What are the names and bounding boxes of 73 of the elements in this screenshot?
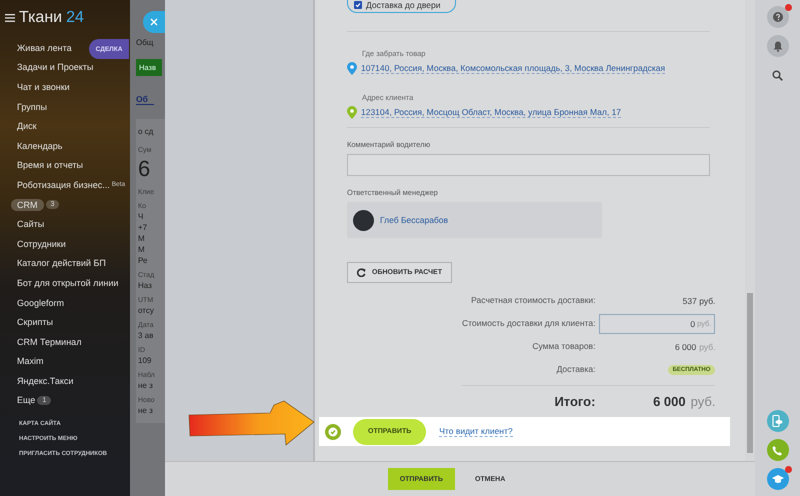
menu-item[interactable]: Googleform bbox=[17, 296, 64, 309]
menu-icon[interactable] bbox=[5, 14, 15, 22]
notification-dot bbox=[784, 466, 792, 473]
field-text: 109 bbox=[138, 356, 152, 365]
summary-value: 537 руб. bbox=[682, 296, 716, 306]
help-icon bbox=[772, 12, 782, 22]
mobile-button[interactable] bbox=[766, 410, 788, 432]
client-view-link[interactable]: Что видит клиент? bbox=[439, 426, 513, 437]
notifications-button[interactable] bbox=[766, 35, 788, 57]
field-text: М bbox=[138, 245, 146, 254]
phone-icon bbox=[772, 444, 783, 456]
scrollbar-thumb[interactable] bbox=[747, 293, 753, 453]
mobile-cloud-icon bbox=[772, 415, 783, 427]
address-link[interactable]: 107140, Россия, Москва, Комсомольская площадь, 3, Москва Ленинградская bbox=[361, 63, 666, 74]
menu-item[interactable]: Бот для открытой линии bbox=[17, 276, 118, 289]
currency-unit: руб. bbox=[690, 394, 716, 409]
menu-item[interactable]: CRM Терминал bbox=[17, 336, 82, 348]
refresh-icon bbox=[357, 268, 366, 277]
checkbox[interactable] bbox=[354, 1, 362, 9]
address-link[interactable]: 123104, Россия, Мосцощ Област, Москва, улица Бронная Мал, 17 bbox=[361, 107, 622, 118]
close-icon bbox=[150, 18, 158, 26]
menu-item[interactable]: Диск bbox=[17, 120, 37, 132]
field-text: +7 bbox=[138, 223, 148, 232]
field-text: Ч bbox=[138, 212, 144, 221]
brand-name: Ткани bbox=[19, 9, 62, 27]
menu-item[interactable]: Чат и звонки bbox=[17, 80, 70, 93]
call-button[interactable] bbox=[766, 439, 788, 461]
field-text: Ре bbox=[138, 256, 148, 265]
summary-label: Расчетная стоимость доставки: bbox=[470, 294, 596, 307]
bell-icon bbox=[772, 40, 782, 52]
field-text: не з bbox=[138, 381, 154, 390]
delivery-option[interactable]: Доставка до двери bbox=[347, 0, 456, 13]
field-text: не з bbox=[138, 406, 154, 415]
currency-unit: руб. bbox=[699, 342, 716, 352]
total-label: Итого: bbox=[553, 393, 596, 411]
menu-item[interactable]: Maxim bbox=[17, 355, 44, 368]
graduation-cap-icon bbox=[772, 474, 784, 484]
field-text: М bbox=[138, 234, 146, 243]
field-text: отсу bbox=[138, 306, 155, 315]
notification-dot bbox=[784, 4, 792, 11]
menu-item[interactable]: Скрипты bbox=[17, 316, 53, 328]
summary-label: Сумма товаров: bbox=[531, 340, 596, 353]
field-text: Наз bbox=[138, 281, 153, 290]
menu-item[interactable]: Календарь bbox=[17, 140, 62, 152]
menu-item[interactable]: Группы bbox=[17, 100, 47, 113]
field-text: о сд bbox=[138, 127, 154, 136]
menu-item[interactable]: Задачи и Проекты bbox=[17, 61, 94, 74]
manager-name[interactable]: Глеб Бессарабов bbox=[380, 215, 448, 225]
menu-item[interactable]: Каталог действий БП bbox=[17, 257, 106, 270]
summary-label: Доставка: bbox=[556, 363, 596, 376]
help-button[interactable] bbox=[766, 6, 788, 28]
menu-item[interactable]: Роботизация бизнес... bbox=[17, 178, 110, 191]
field-text: 6 bbox=[138, 156, 152, 182]
menu-item[interactable]: Живая лента bbox=[17, 42, 72, 54]
summary-label: Стоимость доставки для клиента: bbox=[462, 317, 596, 330]
avatar bbox=[353, 210, 374, 230]
menu-item[interactable]: Яндекс.Такси bbox=[17, 374, 74, 387]
section-label: Общ bbox=[136, 38, 154, 47]
option-label: Доставка до двери bbox=[366, 0, 440, 10]
comment-field[interactable] bbox=[347, 154, 710, 176]
brand-number: 24 bbox=[66, 9, 84, 27]
close-button[interactable] bbox=[143, 11, 165, 33]
training-button[interactable] bbox=[766, 468, 788, 490]
menu-item[interactable]: Сотрудники bbox=[17, 238, 66, 250]
menu-item[interactable]: Сайты bbox=[17, 218, 44, 230]
menu-item[interactable]: Еще bbox=[17, 394, 36, 406]
menu-item[interactable]: CRM bbox=[11, 198, 44, 211]
check-icon bbox=[325, 424, 341, 440]
search-icon bbox=[772, 70, 783, 80]
menu-item[interactable]: Время и отчеты bbox=[17, 159, 84, 172]
total-value: 6 000 bbox=[653, 394, 686, 409]
summary-value: 6 000 bbox=[674, 342, 696, 352]
field-text: 3 ав bbox=[138, 331, 154, 340]
